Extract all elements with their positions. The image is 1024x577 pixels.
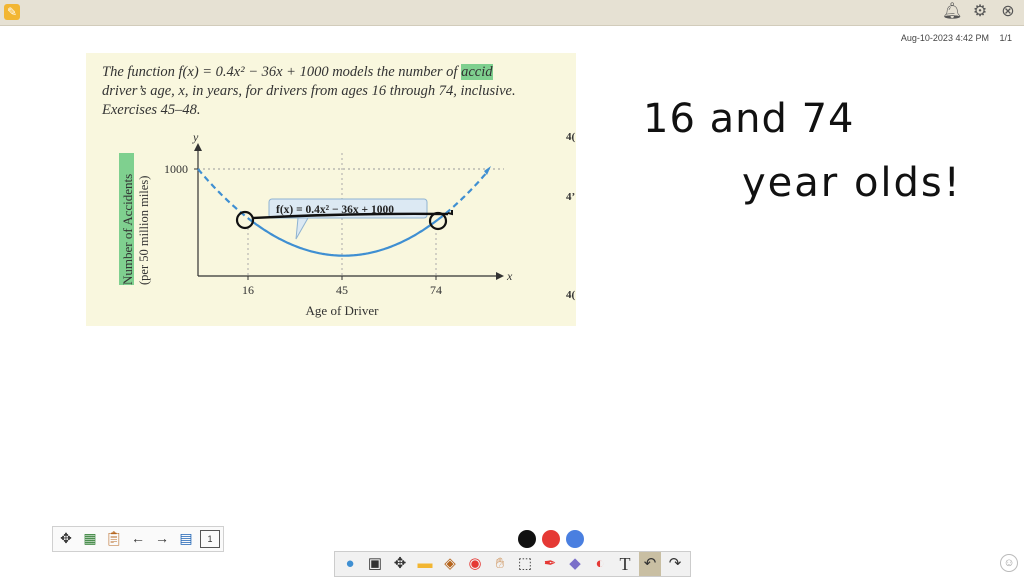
page-count: 1/1 [999,33,1012,43]
color-black[interactable] [518,530,536,548]
parabola-graph: 1000 y x 16 45 74 Age of Driver Number o… [119,130,513,318]
arrow-right-icon[interactable]: → [152,528,172,548]
color-blue[interactable] [566,530,584,548]
x-axis-label: Age of Driver [306,303,380,318]
text-icon[interactable]: T [614,552,636,576]
curve-arrowhead [484,166,491,175]
image-icon[interactable]: ▦ [80,528,100,548]
color-red[interactable] [542,530,560,548]
hand-icon[interactable]: ✋︎ [489,552,511,576]
bell-icon[interactable]: 🔔︎ [942,2,962,22]
x-tick-label: 74 [430,283,442,297]
arrow-left-icon[interactable]: ← [128,528,148,548]
page-toolbar: ✥ ▦ 📋︎ ← → ▤ 1 [52,526,224,552]
x-axis-variable: x [506,269,513,283]
handwritten-note-line-1: 16 and 74 [643,96,855,142]
textbook-image: The function f(x) = 0.4x² − 36x + 1000 m… [86,53,576,326]
move-icon[interactable]: ✥ [56,528,76,548]
parabola-curve [249,218,439,257]
y-tick-label: 1000 [164,162,188,176]
undo-icon[interactable]: ↶ [639,552,661,576]
clipboard-icon[interactable]: 📋︎ [104,528,124,548]
drawing-toolbar: ● ▣ ✥ ▬ ◈ ◉ ✋︎ ⬚ ✒ ◆ ◐ T ↶ ↷ [334,551,691,577]
y-axis-sublabel: (per 50 million miles) [137,176,151,285]
function-label-pointer [295,217,309,240]
top-bar: ✎ 🔔︎ ⚙ ⊗ [0,0,1024,26]
color-picker [518,530,584,548]
ink-circle-74 [428,211,448,231]
x-tick-label: 16 [242,283,254,297]
y-axis-variable: y [192,130,199,144]
camera-icon[interactable]: ▣ [364,552,386,576]
account-icon[interactable]: ☺ [1000,554,1018,572]
timestamp: Aug-10-2023 4:42 PM [900,33,989,43]
pen-icon[interactable]: ✒ [539,552,561,576]
box-icon[interactable]: ◈ [439,552,461,576]
chrome-icon[interactable]: ◉ [464,552,486,576]
page-icon[interactable]: 1 [200,530,220,548]
select-icon[interactable]: ⬚ [514,552,536,576]
close-icon[interactable]: ⊗ [998,2,1018,22]
eraser-icon[interactable]: ◆ [564,552,586,576]
x-axis-arrow [496,272,504,280]
people-icon[interactable]: ● [339,552,361,576]
settings-icon[interactable]: ⚙ [970,2,990,22]
move-icon[interactable]: ✥ [389,552,411,576]
y-axis-label: Number of Accidents [120,174,135,285]
y-axis-arrow [194,143,202,151]
x-tick-label: 45 [336,283,348,297]
pencil-icon[interactable]: ✎ [4,4,20,20]
shapes-icon[interactable]: ◐ [589,552,611,576]
handwritten-note-line-2: year olds! [742,160,962,206]
page-add-icon[interactable]: ▤ [176,528,196,548]
curve-right-extension [437,172,488,221]
folder-icon[interactable]: ▬ [414,552,436,576]
timestamp-bar: Aug-10-2023 4:42 PM 1/1 [893,33,1012,43]
redo-icon[interactable]: ↷ [664,552,686,576]
